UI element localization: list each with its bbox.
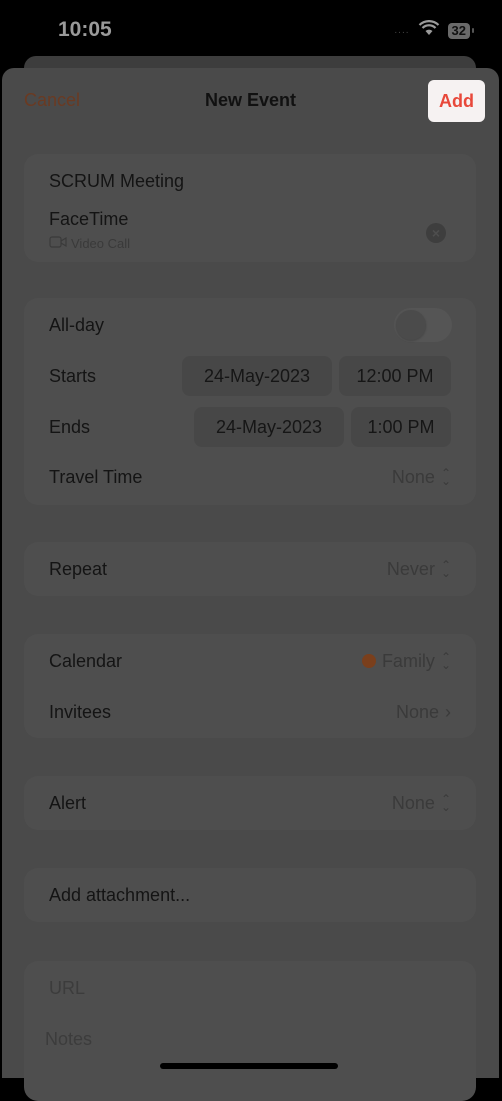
starts-time-button[interactable]: 12:00 PM: [339, 356, 451, 396]
add-attachment-label: Add attachment...: [49, 884, 191, 905]
calendar-group: Calendar Family ⌃ ⌄ Invitees None ›: [24, 634, 476, 738]
chevron-up-down-icon: ⌃ ⌄: [440, 650, 451, 672]
signal-icon: ....: [394, 25, 410, 36]
location-subtitle: Video Call: [49, 236, 130, 251]
url-placeholder: URL: [49, 977, 86, 998]
allday-label: All-day: [49, 314, 105, 335]
add-button[interactable]: Add: [428, 80, 485, 122]
repeat-group: Repeat Never ⌃ ⌄: [24, 542, 476, 596]
clear-location-icon[interactable]: ×: [426, 223, 446, 243]
calendar-label: Calendar: [49, 650, 123, 671]
home-indicator[interactable]: [160, 1063, 338, 1069]
repeat-row[interactable]: Repeat Never ⌃ ⌄: [49, 549, 451, 589]
toggle-knob: [396, 310, 426, 340]
invitees-row[interactable]: Invitees None ›: [49, 692, 451, 732]
ends-time-button[interactable]: 1:00 PM: [351, 407, 451, 447]
status-time: 10:05: [58, 18, 112, 41]
travel-time-label: Travel Time: [49, 466, 143, 487]
calendar-color-dot: [361, 654, 376, 668]
title-location-group: SCRUM Meeting FaceTime Video Call ×: [24, 154, 476, 262]
event-title[interactable]: SCRUM Meeting: [49, 171, 184, 192]
url-notes-group: URL Notes: [24, 961, 476, 1101]
starts-label: Starts: [49, 365, 97, 386]
alert-text: None: [391, 792, 435, 813]
notes-placeholder: Notes: [45, 1028, 93, 1049]
time-group: All-day Starts 24-May-2023 12:00 PM Ends…: [24, 298, 476, 505]
chevron-up-down-icon: ⌃ ⌄: [440, 558, 451, 580]
notes-field[interactable]: Notes: [45, 1019, 451, 1059]
invitees-label: Invitees: [49, 701, 112, 722]
invitees-text: None: [395, 701, 439, 722]
chevron-right-icon: ›: [445, 701, 451, 722]
add-attachment-button[interactable]: Add attachment...: [49, 875, 451, 915]
calendar-text: Family: [381, 650, 435, 671]
location-sub-label: Video Call: [71, 236, 131, 251]
starts-date-button[interactable]: 24-May-2023: [182, 356, 332, 396]
status-bar: 10:05 .... 32: [0, 0, 502, 56]
nav-bar: Cancel New Event Add: [2, 68, 499, 134]
travel-time-row[interactable]: Travel Time None ⌃ ⌄: [49, 457, 451, 497]
allday-toggle[interactable]: [394, 308, 452, 342]
repeat-text: Never: [386, 558, 435, 579]
alert-value[interactable]: None ⌃ ⌄: [392, 793, 451, 814]
event-location[interactable]: FaceTime: [49, 209, 128, 230]
invitees-value[interactable]: None ›: [396, 702, 451, 723]
chevron-up-down-icon: ⌃ ⌄: [440, 466, 451, 488]
title-field[interactable]: SCRUM Meeting: [49, 161, 451, 201]
allday-row: All-day: [49, 305, 451, 345]
repeat-value[interactable]: Never ⌃ ⌄: [387, 559, 451, 580]
status-icons: .... 32: [394, 20, 475, 41]
ends-label: Ends: [49, 416, 91, 437]
attachment-group: Add attachment...: [24, 868, 476, 922]
travel-time-value[interactable]: None ⌃ ⌄: [392, 467, 451, 488]
ends-date-button[interactable]: 24-May-2023: [194, 407, 344, 447]
alert-row[interactable]: Alert None ⌃ ⌄: [49, 783, 451, 823]
battery-icon: 32: [447, 22, 475, 39]
calendar-value[interactable]: Family ⌃ ⌄: [361, 650, 451, 672]
travel-time-text: None: [391, 466, 435, 487]
new-event-sheet: Cancel New Event Add SCRUM Meeting FaceT…: [2, 68, 499, 1101]
url-field[interactable]: URL: [49, 968, 451, 1008]
alert-group: Alert None ⌃ ⌄: [24, 776, 476, 830]
calendar-row[interactable]: Calendar Family ⌃ ⌄: [49, 641, 451, 681]
chevron-up-down-icon: ⌃ ⌄: [440, 792, 451, 814]
video-camera-icon: [49, 236, 67, 251]
alert-label: Alert: [49, 792, 87, 813]
repeat-label: Repeat: [49, 558, 108, 579]
location-field[interactable]: FaceTime: [49, 204, 451, 234]
page-title: New Event: [204, 90, 297, 110]
wifi-icon: [418, 20, 440, 41]
